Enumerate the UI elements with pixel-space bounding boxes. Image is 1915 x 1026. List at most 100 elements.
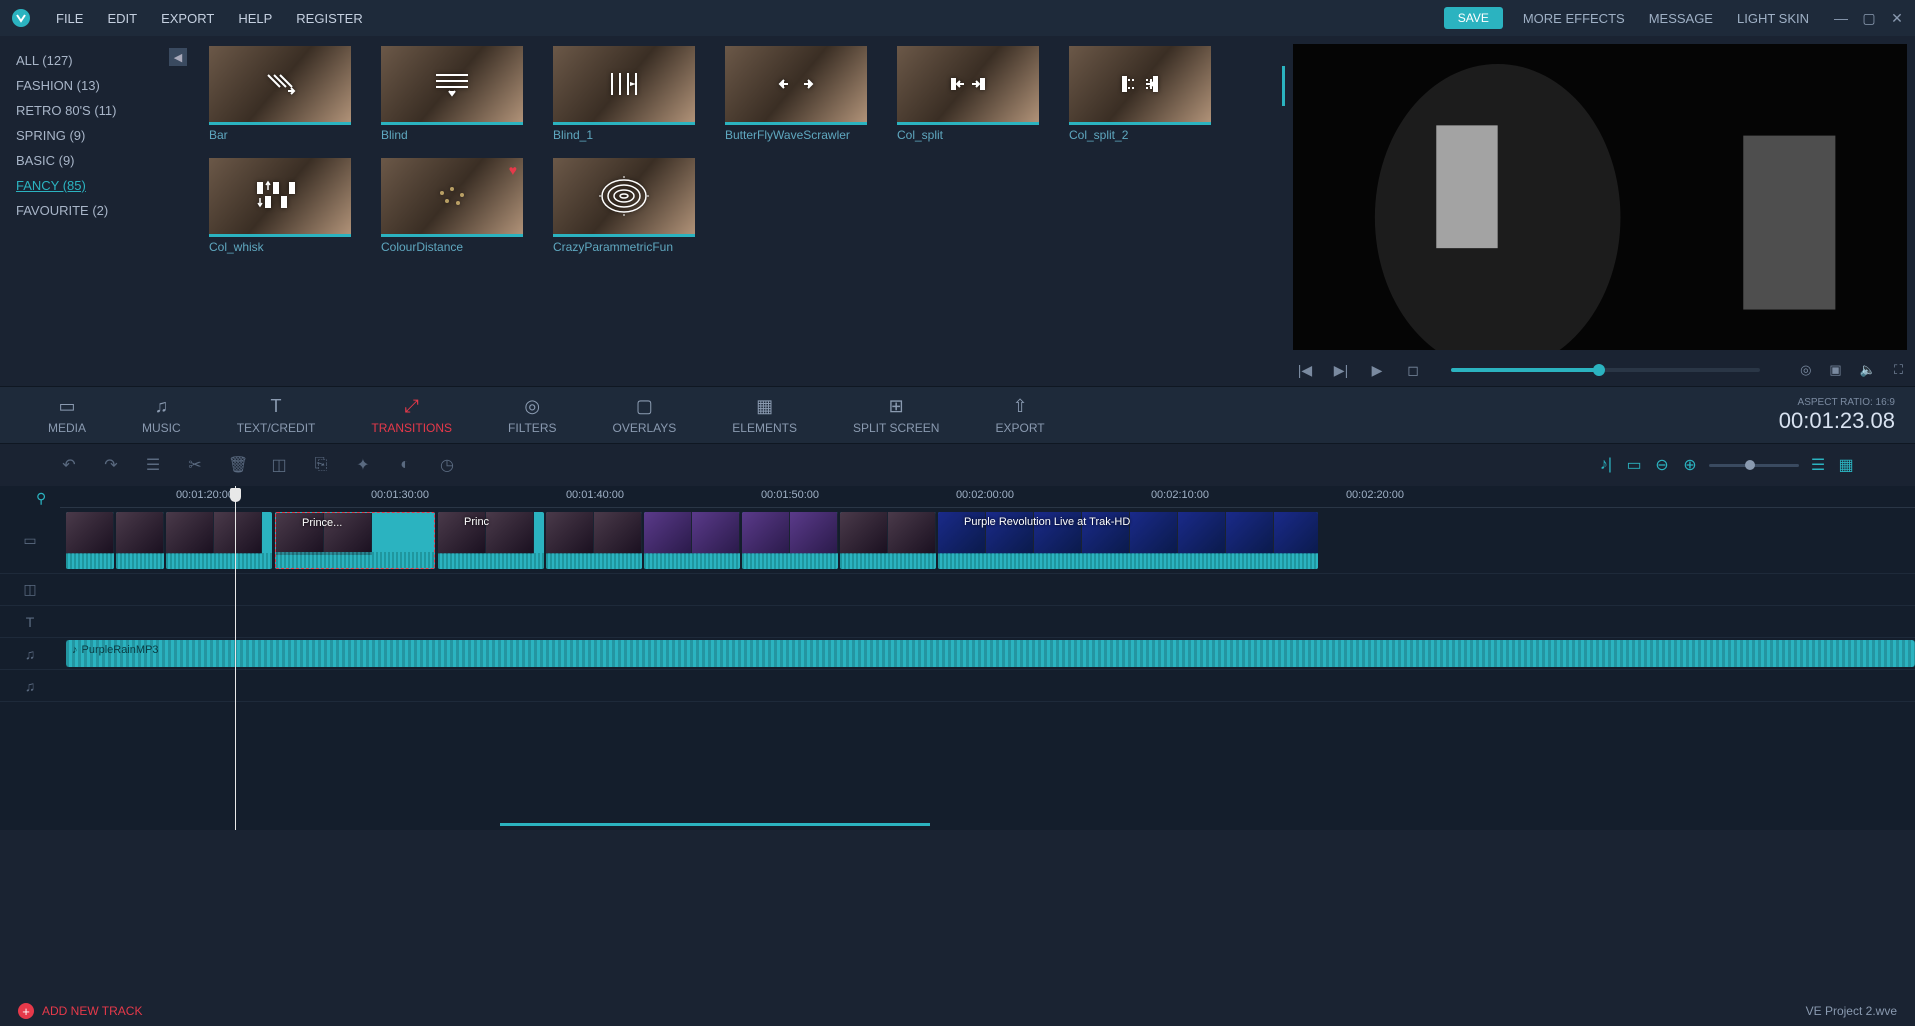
timeline-ruler[interactable]: 00:01:20:0000:01:30:0000:01:40:0000:01:5… — [60, 486, 1915, 508]
maximize-button[interactable]: ▢ — [1861, 10, 1877, 27]
menu-help[interactable]: HELP — [226, 5, 284, 32]
speed-icon[interactable]: ◷ — [438, 455, 456, 475]
track-head-video-icon[interactable]: ▭ — [0, 532, 60, 549]
undo-icon[interactable]: ↶ — [60, 455, 78, 475]
category-spring[interactable]: SPRING (9) — [16, 123, 179, 148]
category-fashion[interactable]: FASHION (13) — [16, 73, 179, 98]
transition-col_whisk[interactable]: Col_whisk — [209, 158, 351, 254]
close-button[interactable]: ✕ — [1889, 10, 1905, 27]
transition-bar[interactable]: Bar — [209, 46, 351, 142]
transition-col_split_2[interactable]: Col_split_2 — [1069, 46, 1211, 142]
detach-icon[interactable]: ⎘ — [312, 456, 330, 474]
snapshot-icon[interactable]: ▣ — [1829, 362, 1841, 378]
video-clip[interactable]: Prince... — [275, 512, 435, 569]
transition-col_split[interactable]: Col_split — [897, 46, 1039, 142]
favourite-heart-icon[interactable]: ♥ — [509, 162, 517, 178]
collapse-sidebar-button[interactable]: ◀ — [169, 48, 187, 66]
transition-blind_1[interactable]: Blind_1 — [553, 46, 695, 142]
audio-track-2-body[interactable] — [60, 670, 1915, 701]
panel-divider[interactable] — [1282, 66, 1285, 106]
fullscreen-icon[interactable]: ⛶ — [1894, 362, 1903, 378]
menu-export[interactable]: EXPORT — [149, 5, 226, 32]
track-head-overlay-icon[interactable]: ◫ — [0, 581, 60, 598]
video-clip[interactable] — [644, 512, 740, 569]
zoom-slider[interactable] — [1709, 464, 1799, 467]
zoom-out-icon[interactable]: ⊖ — [1653, 455, 1671, 475]
next-frame-button[interactable]: ▶| — [1333, 362, 1349, 379]
menu-edit[interactable]: EDIT — [95, 5, 149, 32]
overlay-track-body[interactable] — [60, 574, 1915, 605]
tab-music[interactable]: ♫MUSIC — [114, 395, 209, 435]
track-head-audio2-icon[interactable]: ♫ — [0, 678, 60, 694]
category-favourite[interactable]: FAVOURITE (2) — [16, 198, 179, 223]
volume-icon[interactable]: 🔈 — [1860, 362, 1876, 378]
tab-export[interactable]: ⇧EXPORT — [967, 395, 1072, 435]
save-button[interactable]: SAVE — [1444, 7, 1503, 29]
clip-thumb — [742, 512, 790, 554]
menu-register[interactable]: REGISTER — [284, 5, 374, 32]
track-head-text-icon[interactable]: T — [0, 614, 60, 630]
zoom-in-icon[interactable]: ⊕ — [1681, 455, 1699, 475]
audio-mixer-icon[interactable]: ♪| — [1597, 456, 1615, 474]
playback-slider[interactable] — [1451, 368, 1760, 372]
video-clip[interactable] — [840, 512, 936, 569]
category-basic[interactable]: BASIC (9) — [16, 148, 179, 173]
edit-settings-icon[interactable]: ☰ — [144, 455, 162, 475]
timeline-scrollbar[interactable] — [500, 823, 930, 826]
menu-light-skin[interactable]: LIGHT SKIN — [1725, 5, 1821, 32]
markers-icon[interactable]: ▭ — [1625, 455, 1643, 475]
tab-split-screen[interactable]: ⊞SPLIT SCREEN — [825, 395, 967, 435]
tab-filters[interactable]: ◎FILTERS — [480, 395, 584, 435]
minimize-button[interactable]: — — [1833, 10, 1849, 27]
clip-label: Prince... — [302, 517, 342, 529]
clip-thumb — [790, 512, 838, 554]
menu-message[interactable]: MESSAGE — [1637, 5, 1725, 32]
record-voiceover-icon[interactable]: ◎ — [1800, 362, 1811, 378]
tab-media[interactable]: ▭MEDIA — [20, 395, 114, 435]
audio-track-body[interactable]: PurpleRainMP3 — [60, 638, 1915, 669]
video-clip[interactable]: Princ — [438, 512, 544, 569]
magic-icon[interactable]: ✦ — [354, 455, 372, 475]
transition-butterflywavescrawler[interactable]: ButterFlyWaveScrawler — [725, 46, 867, 142]
video-clip[interactable] — [166, 512, 272, 569]
transition-colourdistance[interactable]: ♥ColourDistance — [381, 158, 523, 254]
prev-frame-button[interactable]: |◀ — [1297, 362, 1313, 379]
video-clip[interactable] — [66, 512, 114, 569]
menu-more-effects[interactable]: MORE EFFECTS — [1511, 5, 1637, 32]
category-retro80s[interactable]: RETRO 80'S (11) — [16, 98, 179, 123]
redo-icon[interactable]: ↷ — [102, 455, 120, 475]
transition-blind[interactable]: Blind — [381, 46, 523, 142]
add-new-track-button[interactable]: + ADD NEW TRACK — [18, 1003, 142, 1019]
app-logo — [10, 7, 32, 29]
tab-overlays[interactable]: ▢OVERLAYS — [584, 395, 704, 435]
audio-clip[interactable]: PurpleRainMP3 — [66, 640, 1915, 667]
color-icon[interactable]: ◐ — [396, 456, 414, 474]
category-all[interactable]: ALL (127) — [16, 48, 179, 73]
transition-thumb — [209, 158, 351, 234]
snap-icon[interactable]: ⚲ — [36, 490, 46, 507]
video-clip[interactable] — [742, 512, 838, 569]
crop-icon[interactable]: ◫ — [270, 455, 288, 475]
category-panel: ◀ ALL (127) FASHION (13) RETRO 80'S (11)… — [0, 36, 195, 386]
play-button[interactable]: ▶ — [1369, 362, 1385, 379]
tab-transitions[interactable]: ⤢TRANSITIONS — [343, 395, 480, 435]
tab-elements[interactable]: ▦ELEMENTS — [704, 395, 825, 435]
cut-icon[interactable]: ✂ — [186, 455, 204, 475]
list-view-icon[interactable]: ☰ — [1809, 455, 1827, 475]
stop-button[interactable]: ◻ — [1405, 362, 1421, 379]
transition-label: CrazyParammetricFun — [553, 234, 695, 254]
playhead[interactable] — [235, 486, 236, 830]
tab-text[interactable]: TTEXT/CREDIT — [209, 395, 344, 435]
transition-crazyparammetricfun[interactable]: CrazyParammetricFun — [553, 158, 695, 254]
video-track-body[interactable]: Prince... Princ Purple Revolution Live at … — [60, 508, 1915, 573]
delete-icon[interactable]: 🗑 — [228, 455, 246, 475]
grid-view-icon[interactable]: ▦ — [1837, 455, 1855, 475]
video-clip[interactable] — [546, 512, 642, 569]
video-clip[interactable]: Purple Revolution Live at Trak-HD — [938, 512, 1318, 569]
playback-slider-handle[interactable] — [1593, 364, 1605, 376]
text-track-body[interactable] — [60, 606, 1915, 637]
category-fancy[interactable]: FANCY (85) — [16, 173, 179, 198]
video-clip[interactable] — [116, 512, 164, 569]
track-head-audio-icon[interactable]: ♫ — [0, 646, 60, 662]
menu-file[interactable]: FILE — [44, 5, 95, 32]
